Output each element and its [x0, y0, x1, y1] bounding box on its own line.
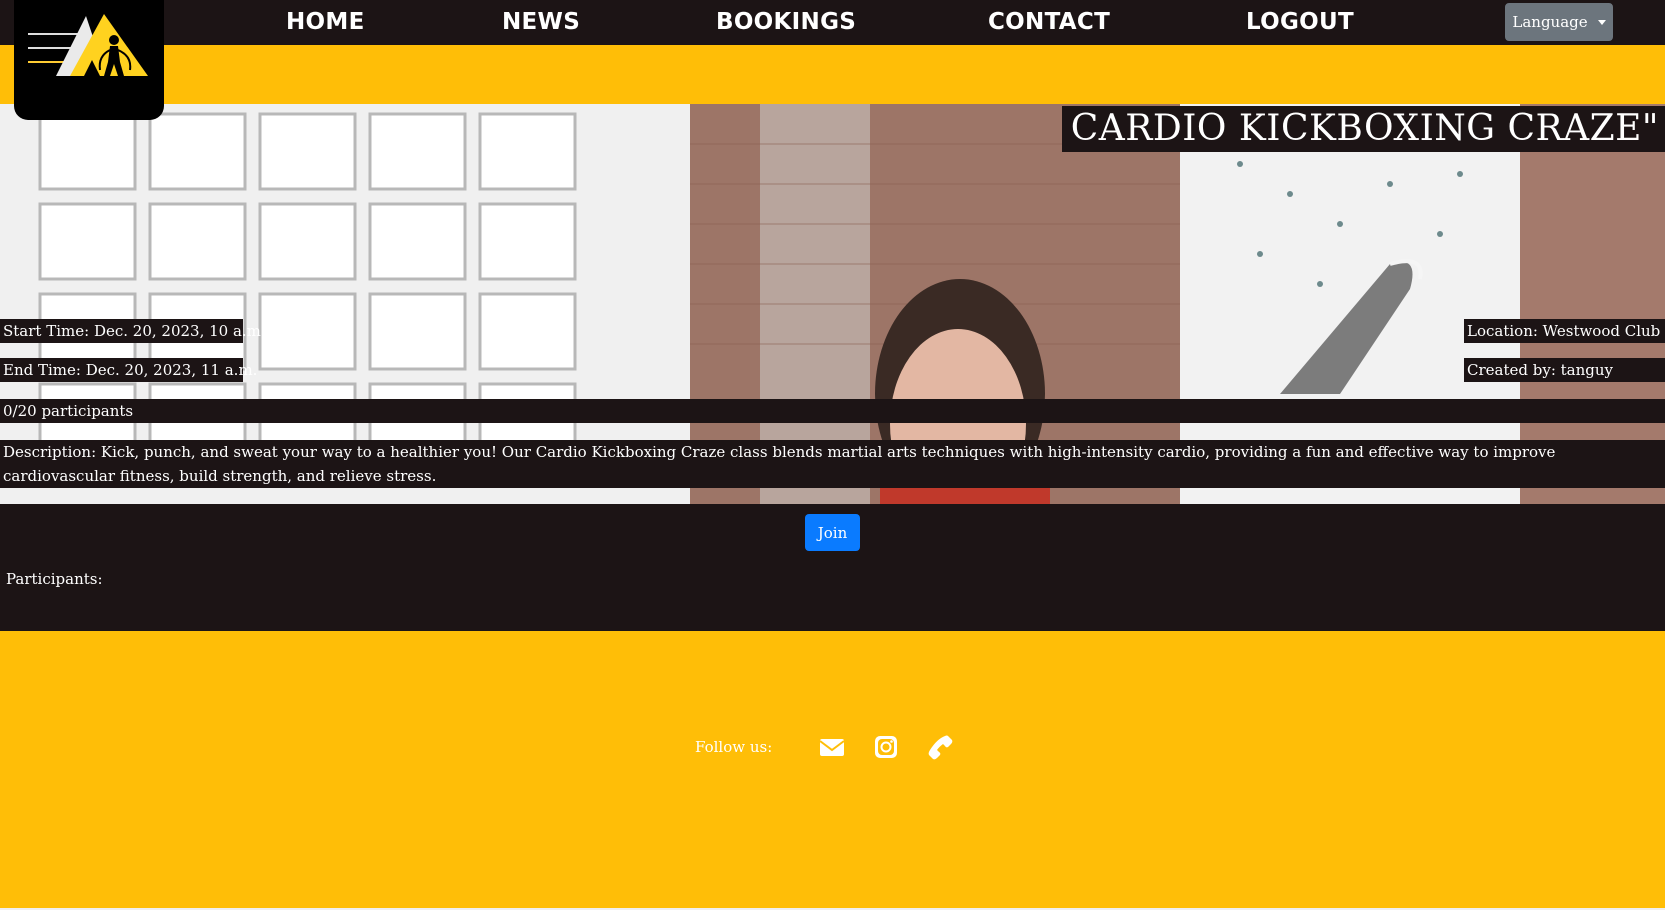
phone-icon[interactable] — [925, 732, 955, 762]
logo-graphic — [28, 14, 148, 76]
language-dropdown-button[interactable]: Language — [1505, 3, 1613, 41]
event-start-time: Start Time: Dec. 20, 2023, 10 a.m. — [0, 319, 266, 343]
nav-news-link[interactable]: NEWS — [502, 0, 580, 45]
nav-bookings-link[interactable]: BOOKINGS — [716, 0, 856, 45]
follow-us-label: Follow us: — [695, 738, 773, 756]
nav-home-link[interactable]: HOME — [286, 0, 365, 45]
event-description: Description: Kick, punch, and sweat your… — [0, 440, 1665, 488]
caret-down-icon — [1597, 20, 1606, 25]
instagram-icon[interactable] — [871, 732, 901, 762]
envelope-icon[interactable] — [817, 732, 847, 762]
event-created-by: Created by: tanguy — [1464, 358, 1665, 382]
gym-logo[interactable] — [14, 0, 164, 120]
join-button[interactable]: Join — [805, 514, 860, 551]
participants-label: Participants: — [6, 570, 103, 588]
nav-contact-link[interactable]: CONTACT — [988, 0, 1110, 45]
event-end-time: End Time: Dec. 20, 2023, 11 a.m. — [0, 358, 257, 382]
nav-logout-link[interactable]: LOGOUT — [1246, 0, 1354, 45]
event-location: Location: Westwood Club — [1464, 319, 1665, 343]
language-label: Language — [1512, 13, 1588, 31]
navbar: HOME NEWS BOOKINGS CONTACT LOGOUT Langua… — [0, 0, 1665, 45]
event-title: CARDIO KICKBOXING CRAZE" — [1061, 106, 1665, 152]
participants-count: 0/20 participants — [0, 399, 1665, 423]
